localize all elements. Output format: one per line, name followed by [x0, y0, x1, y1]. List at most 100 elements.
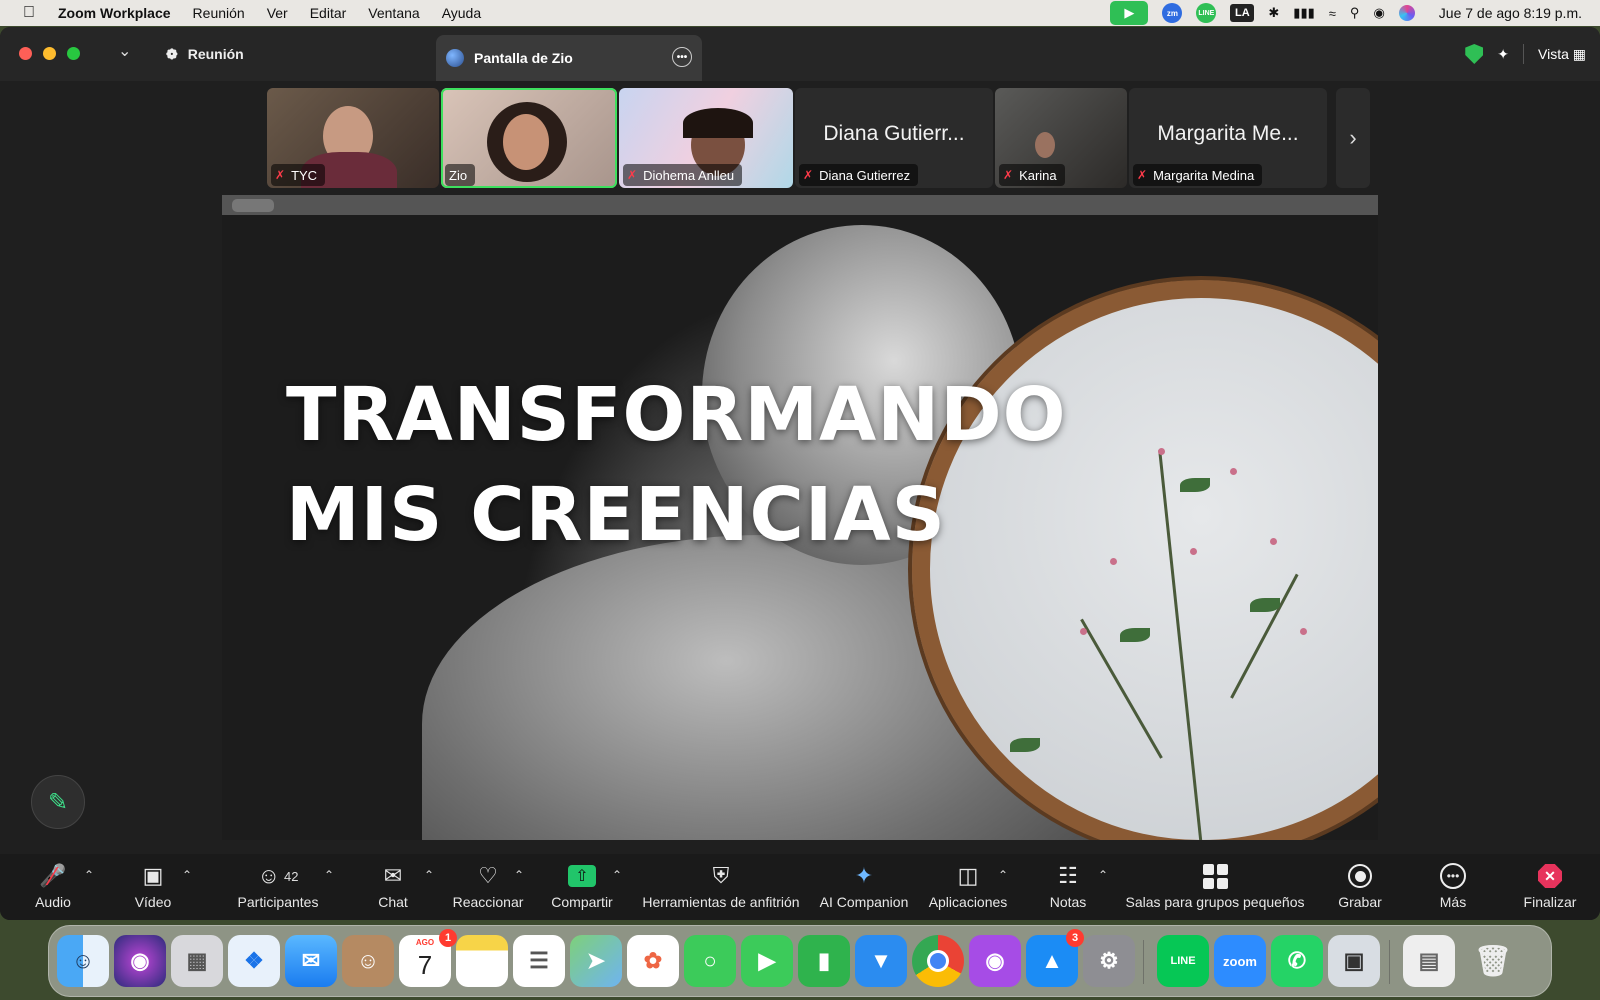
dock-whatsapp-icon[interactable]: ✆: [1271, 935, 1323, 987]
record-button[interactable]: Grabar: [1336, 854, 1384, 920]
zoom-tray-icon[interactable]: zm: [1162, 3, 1183, 23]
ai-sparkle-icon[interactable]: ✦: [1497, 46, 1509, 63]
share-button[interactable]: ⇧ Compartir: [550, 854, 614, 920]
dock-mail-icon[interactable]: ✉: [285, 935, 337, 987]
tab-options-icon[interactable]: •••: [672, 47, 692, 67]
ai-companion-button[interactable]: ✦ AI Companion: [820, 854, 909, 920]
dock-facetime-icon[interactable]: ▶: [741, 935, 793, 987]
dock-keynote-icon[interactable]: ▼: [855, 935, 907, 987]
dock-launchpad-icon[interactable]: ▦: [171, 935, 223, 987]
zoom-meeting-window: ⌄ ❁ Reunión Pantalla de Zio ••• ✦ Vista …: [0, 27, 1600, 920]
participant-thumb-karina[interactable]: ✗ Karina: [995, 88, 1127, 188]
apps-label: Aplicaciones: [928, 894, 1008, 910]
dock-appstore-icon[interactable]: ▲ 3: [1026, 929, 1084, 987]
participant-face: [503, 114, 549, 170]
shared-screen-content: TRANSFORMANDO MIS CREENCIAS: [222, 215, 1378, 840]
react-options-caret[interactable]: ⌃: [514, 868, 524, 882]
zoom-video-status-icon[interactable]: ▶: [1110, 1, 1149, 25]
control-center-icon[interactable]: ◉: [1373, 5, 1384, 21]
plant-bloom: [1080, 628, 1087, 635]
participants-button[interactable]: ☺ 42 Participantes: [234, 854, 322, 920]
dock-safari-icon[interactable]: ❖: [228, 935, 280, 987]
security-shield-icon[interactable]: [1465, 44, 1484, 64]
dock-system-settings-icon[interactable]: ⚙: [1083, 935, 1135, 987]
dock-zoom-icon[interactable]: zoom: [1214, 935, 1266, 987]
chevron-down-icon[interactable]: ⌄: [118, 41, 131, 61]
breakout-label: Salas para grupos pequeños: [1125, 894, 1305, 910]
participants-icon: ☺ 42: [257, 863, 299, 888]
line-tray-icon[interactable]: LINE: [1196, 3, 1217, 23]
dock-podcasts-icon[interactable]: ◉: [969, 935, 1021, 987]
participants-count: 42: [284, 868, 299, 884]
notes-options-caret[interactable]: ⌃: [1098, 868, 1108, 882]
record-label: Grabar: [1338, 894, 1382, 910]
chat-button[interactable]: ✉ Chat: [376, 854, 410, 920]
dock-calendar-icon[interactable]: AGO 7 1: [399, 929, 457, 987]
wifi-icon[interactable]: ≈: [1329, 6, 1336, 21]
end-meeting-button[interactable]: ✕ Finalizar: [1522, 854, 1578, 920]
dock-preview-icon[interactable]: ▣: [1328, 935, 1380, 987]
spotlight-search-icon[interactable]: ⚲: [1350, 5, 1360, 21]
participant-thumb-margarita[interactable]: Margarita Me... ✗ Margarita Medina: [1129, 88, 1327, 188]
host-tools-button[interactable]: ⛨ Herramientas de anfitrión: [640, 854, 802, 920]
menu-clock[interactable]: Jue 7 de ago 8:19 p.m.: [1439, 5, 1582, 21]
participants-options-caret[interactable]: ⌃: [324, 868, 334, 882]
dock-recent-document-icon[interactable]: ▤: [1403, 935, 1455, 987]
annotate-button[interactable]: ✎: [31, 775, 85, 829]
apps-button[interactable]: ◫ Aplicaciones: [926, 854, 1010, 920]
siri-icon[interactable]: [1398, 5, 1415, 21]
dock-messages-icon[interactable]: ○: [684, 935, 736, 987]
dock-finder-icon[interactable]: ☺: [57, 935, 109, 987]
menu-item-reunion[interactable]: Reunión: [193, 5, 245, 21]
share-options-caret[interactable]: ⌃: [612, 868, 622, 882]
bluetooth-icon[interactable]: ✱: [1268, 5, 1279, 21]
minimize-window-button[interactable]: [43, 47, 56, 60]
dock-photos-icon[interactable]: ✿: [627, 935, 679, 987]
apple-icon[interactable]: : [0, 4, 58, 22]
menu-app-name[interactable]: Zoom Workplace: [58, 5, 171, 21]
chat-options-caret[interactable]: ⌃: [424, 868, 434, 882]
muted-mic-icon: ✗: [803, 168, 814, 182]
host-shield-icon: ⛨: [712, 863, 730, 888]
dock-chrome-icon[interactable]: [912, 935, 964, 987]
notes-button[interactable]: ☷ Notas: [1048, 854, 1088, 920]
more-button[interactable]: ••• Más: [1436, 854, 1470, 920]
audio-options-caret[interactable]: ⌃: [84, 868, 94, 882]
apps-options-caret[interactable]: ⌃: [998, 868, 1008, 882]
participant-thumb-diohema[interactable]: ✗ Diohema Anlleu: [619, 88, 793, 188]
dock-contacts-icon[interactable]: ☺: [342, 935, 394, 987]
video-button[interactable]: ▣ Vídeo: [130, 854, 176, 920]
video-options-caret[interactable]: ⌃: [182, 868, 192, 882]
participant-thumb-tyc[interactable]: ✗ TYC: [267, 88, 439, 188]
tab-shared-screen[interactable]: Pantalla de Zio •••: [436, 35, 702, 81]
audio-button[interactable]: 🎤 ⁄ Audio: [30, 854, 76, 920]
participant-thumb-zio[interactable]: Zio: [441, 88, 617, 188]
dock-reminders-icon[interactable]: ☰: [513, 935, 565, 987]
view-options-icon[interactable]: [232, 199, 274, 212]
plant-leaf: [1010, 738, 1040, 752]
pencil-icon: ✎: [47, 788, 69, 816]
heart-icon: ♡: [478, 863, 498, 888]
dock-notes-icon[interactable]: [456, 935, 508, 987]
dock-numbers-icon[interactable]: ▮: [798, 935, 850, 987]
dock-siri-icon[interactable]: ◉: [114, 935, 166, 987]
tab-meeting[interactable]: ❁ Reunión: [166, 27, 244, 81]
close-window-button[interactable]: [19, 47, 32, 60]
next-thumbnails-button[interactable]: ›: [1336, 88, 1370, 188]
breakout-rooms-button[interactable]: Salas para grupos pequeños: [1124, 854, 1306, 920]
dock-trash-icon[interactable]: 🗑: [1467, 935, 1519, 987]
menu-item-editar[interactable]: Editar: [310, 5, 347, 21]
menu-item-ver[interactable]: Ver: [267, 5, 288, 21]
dock-maps-icon[interactable]: ➤: [570, 935, 622, 987]
participant-name-tag: ✗ TYC: [271, 164, 326, 186]
dock-line-icon[interactable]: LINE: [1157, 935, 1209, 987]
participant-thumb-diana[interactable]: Diana Gutierr... ✗ Diana Gutierrez: [795, 88, 993, 188]
end-icon-wrap: ✕: [1538, 860, 1562, 892]
view-button[interactable]: Vista ▦: [1538, 46, 1586, 63]
battery-icon[interactable]: ▮▮▮: [1293, 5, 1314, 21]
menu-item-ayuda[interactable]: Ayuda: [442, 5, 481, 21]
menu-item-ventana[interactable]: Ventana: [368, 5, 419, 21]
fullscreen-window-button[interactable]: [67, 47, 80, 60]
react-button[interactable]: ♡ Reaccionar: [452, 854, 524, 920]
input-source-indicator[interactable]: LA: [1230, 4, 1255, 22]
